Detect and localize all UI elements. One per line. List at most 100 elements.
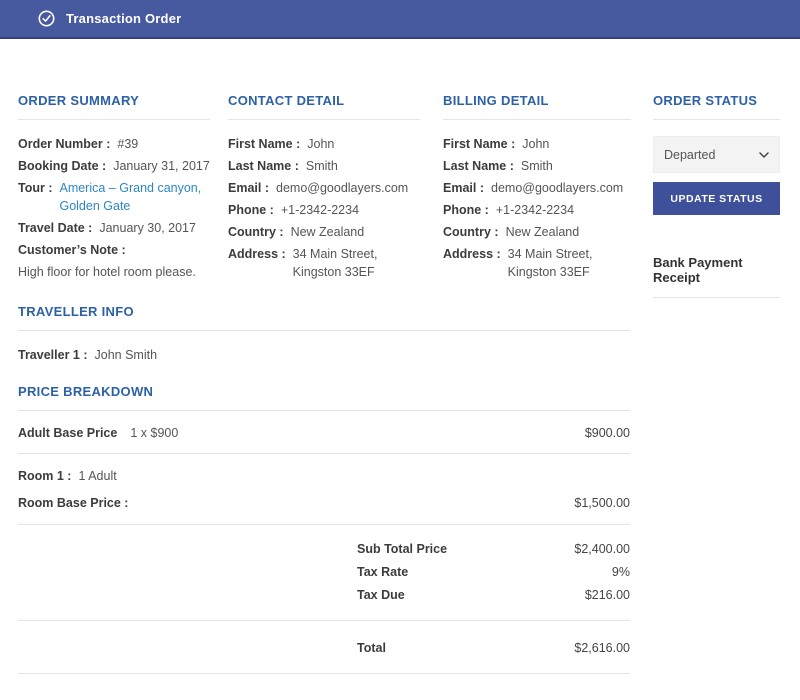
address-field: Address : 34 Main Street, Kingston 33EF <box>228 245 420 281</box>
field-label: Booking Date : <box>18 157 106 175</box>
details-row: ORDER SUMMARY Order Number : #39 Booking… <box>18 93 780 298</box>
field-value: demo@goodlayers.com <box>276 179 420 197</box>
field-value: +1-2342-2234 <box>281 201 420 219</box>
room-block: Room 1 : 1 Adult Room Base Price : $1,50… <box>18 454 630 525</box>
total-row-amount: $216.00 <box>585 586 630 604</box>
field-value: John <box>307 135 420 153</box>
tour-link[interactable]: America – Grand canyon, Golden Gate <box>59 179 210 215</box>
grand-total-amount: $2,616.00 <box>574 639 630 657</box>
line-item-label: Adult Base Price <box>18 424 117 442</box>
field-label: Email : <box>228 179 269 197</box>
field-value: 1 Adult <box>78 467 630 485</box>
field-label: Last Name : <box>443 157 514 175</box>
last-name-field: Last Name : Smith <box>443 157 631 175</box>
traveller-info-heading: TRAVELLER INFO <box>18 304 630 331</box>
billing-detail-heading: BILLING DETAIL <box>443 93 631 120</box>
field-value: Smith <box>306 157 420 175</box>
order-summary-fields: Order Number : #39 Booking Date : Januar… <box>18 120 210 281</box>
field-value: January 31, 2017 <box>113 157 210 175</box>
billing-detail-section: BILLING DETAIL First Name : John Last Na… <box>443 93 631 298</box>
first-name-field: First Name : John <box>443 135 631 153</box>
email-field: Email : demo@goodlayers.com <box>228 179 420 197</box>
total-row-amount: $2,400.00 <box>574 540 630 558</box>
field-label: Email : <box>443 179 484 197</box>
price-breakdown-section: PRICE BREAKDOWN Adult Base Price 1 x $90… <box>18 384 630 674</box>
first-name-field: First Name : John <box>228 135 420 153</box>
order-number-field: Order Number : #39 <box>18 135 210 153</box>
field-label: Customer’s Note : <box>18 241 126 259</box>
address-field: Address : 34 Main Street, Kingston 33EF <box>443 245 631 281</box>
field-label: Phone : <box>443 201 489 219</box>
field-label: Phone : <box>228 201 274 219</box>
order-summary-section: ORDER SUMMARY Order Number : #39 Booking… <box>18 93 210 298</box>
price-breakdown-heading: PRICE BREAKDOWN <box>18 384 630 411</box>
transaction-order-page: Transaction Order ORDER SUMMARY Order Nu… <box>0 0 800 674</box>
country-field: Country : New Zealand <box>443 223 631 241</box>
booking-date-field: Booking Date : January 31, 2017 <box>18 157 210 175</box>
email-field: Email : demo@goodlayers.com <box>443 179 631 197</box>
contact-detail-fields: First Name : John Last Name : Smith Emai… <box>228 120 420 281</box>
tax-rate-row: Tax Rate 9% <box>18 560 630 583</box>
field-value: +1-2342-2234 <box>496 201 631 219</box>
field-label: Tour : <box>18 179 52 215</box>
total-row-amount: 9% <box>612 563 630 581</box>
totals-block: Sub Total Price $2,400.00 Tax Rate 9% Ta… <box>18 525 630 621</box>
field-label: Address : <box>228 245 286 281</box>
total-row-label: Tax Due <box>357 586 405 604</box>
order-status-panel: ORDER STATUS Departed UPDATE STATUS Bank… <box>653 93 780 298</box>
customer-note-field: Customer’s Note : <box>18 241 210 259</box>
field-value: #39 <box>117 135 210 153</box>
field-value: 34 Main Street, Kingston 33EF <box>508 245 631 281</box>
room-base-price-label: Room Base Price : <box>18 494 128 512</box>
order-status-heading: ORDER STATUS <box>653 93 780 120</box>
field-value: Smith <box>521 157 631 175</box>
field-value: demo@goodlayers.com <box>491 179 631 197</box>
field-label: Travel Date : <box>18 219 92 237</box>
room-base-price-row: Room Base Price : $1,500.00 <box>18 494 630 512</box>
main-content: ORDER SUMMARY Order Number : #39 Booking… <box>0 39 800 674</box>
field-label: Order Number : <box>18 135 110 153</box>
room-base-price-amount: $1,500.00 <box>574 494 630 512</box>
field-value: January 30, 2017 <box>99 219 210 237</box>
field-value: 34 Main Street, Kingston 33EF <box>293 245 420 281</box>
check-circle-icon <box>38 10 55 27</box>
field-label: Room 1 : <box>18 467 71 485</box>
contact-detail-section: CONTACT DETAIL First Name : John Last Na… <box>228 93 420 298</box>
country-field: Country : New Zealand <box>228 223 420 241</box>
total-row-label: Tax Rate <box>357 563 408 581</box>
order-summary-heading: ORDER SUMMARY <box>18 93 210 120</box>
field-label: Address : <box>443 245 501 281</box>
field-label: Last Name : <box>228 157 299 175</box>
field-label: Traveller 1 : <box>18 346 88 364</box>
total-row-label: Sub Total Price <box>357 540 447 558</box>
phone-field: Phone : +1-2342-2234 <box>228 201 420 219</box>
order-status-select[interactable]: Departed <box>653 136 780 173</box>
field-value: John Smith <box>95 346 631 364</box>
grand-total-block: Total $2,616.00 <box>18 621 630 674</box>
customer-note-text: High floor for hotel room please. <box>18 263 210 281</box>
field-label: First Name : <box>443 135 515 153</box>
sub-total-row: Sub Total Price $2,400.00 <box>18 537 630 560</box>
update-status-button[interactable]: UPDATE STATUS <box>653 182 780 215</box>
field-label: First Name : <box>228 135 300 153</box>
travel-date-field: Travel Date : January 30, 2017 <box>18 219 210 237</box>
room-occupancy-row: Room 1 : 1 Adult <box>18 467 630 485</box>
top-bar: Transaction Order <box>0 0 800 39</box>
bank-payment-receipt-heading: Bank Payment Receipt <box>653 255 780 298</box>
last-name-field: Last Name : Smith <box>228 157 420 175</box>
billing-detail-fields: First Name : John Last Name : Smith Emai… <box>443 120 631 281</box>
traveller-1-field: Traveller 1 : John Smith <box>18 346 630 364</box>
grand-total-label: Total <box>357 639 386 657</box>
traveller-info-section: TRAVELLER INFO Traveller 1 : John Smith <box>18 304 630 364</box>
field-label: Country : <box>228 223 284 241</box>
field-value: New Zealand <box>291 223 420 241</box>
line-item-detail: 1 x $900 <box>130 424 178 442</box>
tour-field: Tour : America – Grand canyon, Golden Ga… <box>18 179 210 215</box>
tax-due-row: Tax Due $216.00 <box>18 583 630 606</box>
phone-field: Phone : +1-2342-2234 <box>443 201 631 219</box>
field-label: Country : <box>443 223 499 241</box>
contact-detail-heading: CONTACT DETAIL <box>228 93 420 120</box>
order-status-selected-value: Departed <box>664 148 715 162</box>
line-item-amount: $900.00 <box>585 424 630 442</box>
page-title: Transaction Order <box>66 11 181 26</box>
